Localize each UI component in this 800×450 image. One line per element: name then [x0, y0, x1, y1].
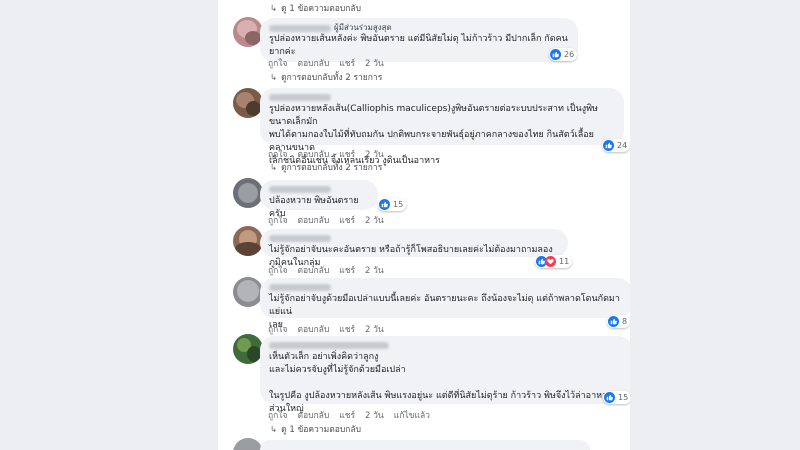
view-replies-link[interactable]: ↳ ดู 1 ข้อความตอบกลับ [270, 1, 361, 15]
comment-author[interactable] [269, 234, 559, 244]
top-fan-badge: ผู้มีส่วนร่วมสูงสุด [334, 23, 392, 32]
reply-button[interactable]: ตอบกลับ [297, 266, 329, 276]
comment-actions: ถูกใจ ตอบกลับ แชร์ 2 วัน [268, 322, 394, 336]
comment-bubble [260, 440, 590, 450]
like-icon [604, 392, 615, 403]
reaction-count[interactable]: 8 [607, 315, 630, 328]
view-replies-link[interactable]: ↳ ดู 1 ข้อความตอบกลับ [270, 422, 361, 436]
share-button[interactable]: แชร์ [339, 150, 355, 160]
share-button[interactable]: แชร์ [339, 59, 355, 69]
reply-arrow-icon: ↳ [270, 163, 278, 173]
reply-button[interactable]: ตอบกลับ [297, 325, 329, 335]
comment-text: เห็นตัวเล็ก อย่าเพิ่งคิดว่าลูกงู และไม่ค… [269, 352, 612, 414]
comment-author[interactable] [269, 185, 369, 195]
reply-button[interactable]: ตอบกลับ [297, 411, 329, 421]
timestamp[interactable]: 2 วัน [365, 150, 384, 160]
reaction-count[interactable]: 24 [602, 139, 630, 152]
avatar[interactable] [233, 88, 263, 118]
comment-author[interactable] [269, 283, 623, 293]
avatar[interactable] [233, 17, 263, 47]
avatar[interactable] [233, 178, 263, 208]
timestamp[interactable]: 2 วัน [365, 216, 384, 226]
comments-panel: ↳ ดู 1 ข้อความตอบกลับ ผู้มีส่วนร่วมสูงสุด… [218, 0, 630, 450]
avatar[interactable] [233, 277, 263, 307]
avatar[interactable] [233, 226, 263, 256]
share-button[interactable]: แชร์ [339, 266, 355, 276]
timestamp[interactable]: 2 วัน [365, 325, 384, 335]
like-icon [550, 49, 561, 60]
comment-author[interactable] [269, 341, 623, 351]
avatar[interactable] [233, 334, 263, 364]
like-button[interactable]: ถูกใจ [268, 266, 287, 276]
view-replies-link[interactable]: ↳ ดูการตอบกลับทั้ง 2 รายการ [270, 160, 382, 174]
reply-button[interactable]: ตอบกลับ [297, 216, 329, 226]
comment-bubble: รูปล่องหวายหลังเส้น(Calliophis maculicep… [260, 88, 624, 166]
reaction-count[interactable]: 26 [549, 48, 578, 61]
comment-actions: ถูกใจ ตอบกลับ แชร์ 2 วัน แก้ไขแล้ว [268, 408, 440, 422]
like-button[interactable]: ถูกใจ [268, 216, 287, 226]
reaction-count[interactable]: 11 [535, 255, 573, 268]
avatar[interactable] [233, 438, 263, 450]
comment-bubble: ไม่รู้จักอย่าจับงูด้วยมือเปล่าแบบนี้เลยค… [260, 278, 630, 330]
reaction-count[interactable]: 15 [378, 198, 407, 211]
like-icon [603, 140, 614, 151]
share-button[interactable]: แชร์ [339, 325, 355, 335]
like-icon [379, 199, 390, 210]
share-button[interactable]: แชร์ [339, 411, 355, 421]
comment-bubble: เห็นตัวเล็ก อย่าเพิ่งคิดว่าลูกงู และไม่ค… [260, 336, 630, 414]
view-replies-link[interactable]: ↳ ดูการตอบกลับทั้ง 2 รายการ [270, 70, 382, 84]
timestamp[interactable]: 2 วัน [365, 266, 384, 276]
reply-arrow-icon: ↳ [270, 73, 278, 83]
share-button[interactable]: แชร์ [339, 216, 355, 226]
timestamp[interactable]: 2 วัน [365, 59, 384, 69]
like-button[interactable]: ถูกใจ [268, 411, 287, 421]
heart-icon [545, 256, 556, 267]
comment-actions: ถูกใจ ตอบกลับ แชร์ 2 วัน [268, 147, 394, 161]
like-button[interactable]: ถูกใจ [268, 325, 287, 335]
reply-arrow-icon: ↳ [270, 425, 278, 435]
edited-label: แก้ไขแล้ว [393, 411, 430, 421]
reaction-count[interactable]: 15 [603, 391, 630, 404]
reply-arrow-icon: ↳ [270, 4, 278, 14]
like-button[interactable]: ถูกใจ [268, 150, 287, 160]
like-button[interactable]: ถูกใจ [268, 59, 287, 69]
comment-bubble: ไม่รู้จักอย่าจับนะคะอันตราย หรือถ้ารู้ก็… [260, 229, 568, 268]
comment-actions: ถูกใจ ตอบกลับ แชร์ 2 วัน [268, 213, 394, 227]
comment-actions: ถูกใจ ตอบกลับ แชร์ 2 วัน [268, 263, 394, 277]
reply-button[interactable]: ตอบกลับ [297, 59, 329, 69]
comment-actions: ถูกใจ ตอบกลับ แชร์ 2 วัน [268, 56, 394, 70]
comment-bubble: ปล้องหวาย พิษอันตรายครับ [260, 180, 378, 219]
timestamp[interactable]: 2 วัน [365, 411, 384, 421]
comment-author[interactable] [269, 93, 615, 103]
comment-author[interactable]: ผู้มีส่วนร่วมสูงสุด [269, 23, 569, 33]
like-icon [608, 316, 619, 327]
reply-button[interactable]: ตอบกลับ [297, 150, 329, 160]
